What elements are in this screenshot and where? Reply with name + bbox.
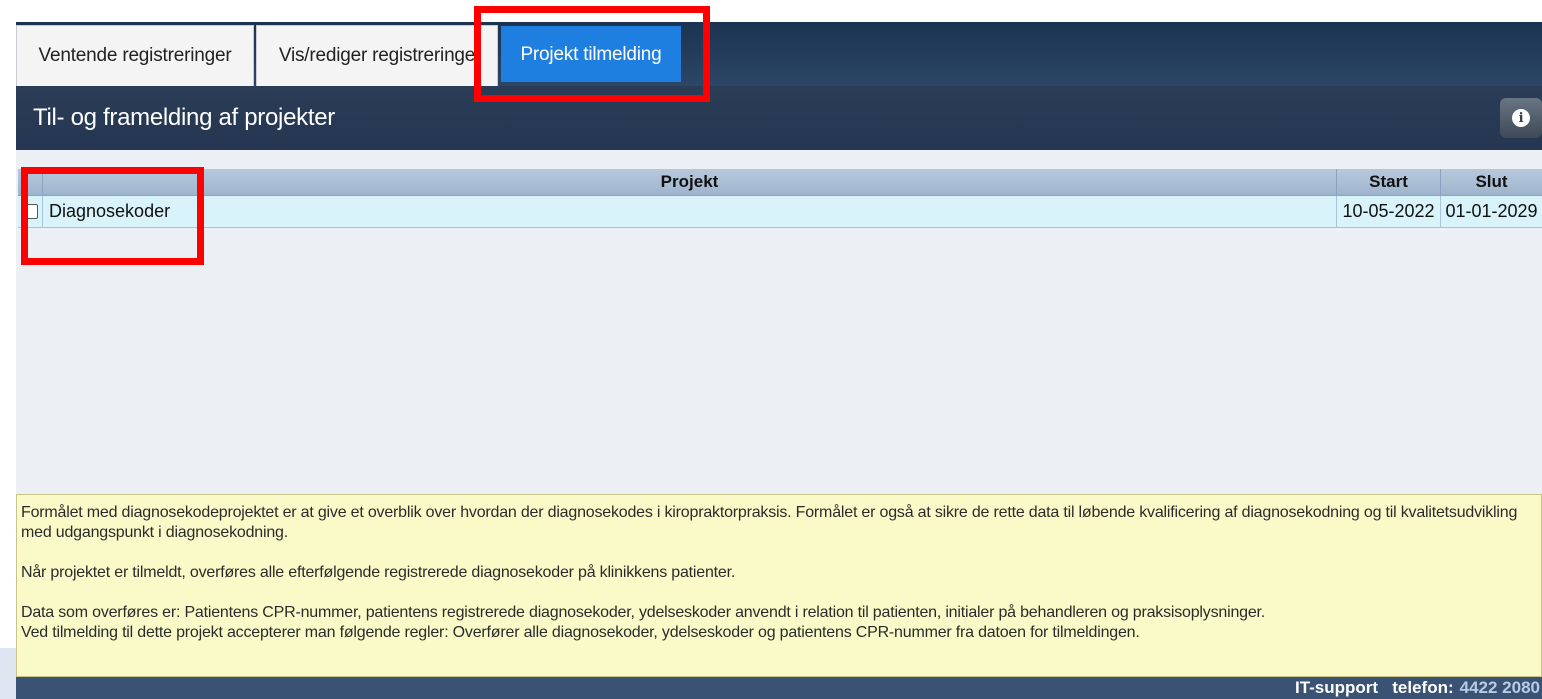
info-button[interactable]: i [1500,98,1542,138]
project-description: Formålet med diagnosekodeprojektet er at… [16,494,1542,677]
panel-header: Til- og framelding af projekter i [16,86,1542,150]
it-support-label: IT-support telefon: [1294,678,1454,697]
description-paragraph: Ved tilmelding til dette projekt accepte… [21,624,1140,641]
table-header: Projekt Start Slut [18,169,1542,196]
tab-ventende-registreringer[interactable]: Ventende registreringer [16,25,254,86]
description-paragraph: Når projektet er tilmeldt, overføres all… [21,564,736,581]
row-checkbox-cell [18,196,42,227]
column-header-slut: Slut [1440,169,1542,195]
project-checkbox[interactable] [22,204,38,219]
info-icon: i [1512,109,1530,127]
project-name-cell: Diagnosekoder [42,196,1336,227]
page-title: Til- og framelding af projekter [33,104,335,131]
footer-bar: IT-support telefon: 4422 2080 [16,677,1542,699]
description-paragraph: Data som overføres er: Patientens CPR-nu… [21,604,1266,621]
column-header-start: Start [1336,169,1440,195]
it-support-phone: 4422 2080 [1459,678,1540,697]
start-date-cell: 10-05-2022 [1336,196,1440,227]
tab-vis-rediger-registreringer[interactable]: Vis/rediger registreringe [256,25,498,86]
column-header-projekt: Projekt [42,169,1336,195]
header-checkbox-column [18,169,42,195]
tab-projekt-tilmelding[interactable]: Projekt tilmelding [501,26,681,82]
end-date-cell: 01-01-2029 [1440,196,1542,227]
table-row[interactable]: Diagnosekoder 10-05-2022 01-01-2029 [18,196,1542,228]
description-paragraph: Formålet med diagnosekodeprojektet er at… [21,504,1518,541]
project-table: Projekt Start Slut Diagnosekoder 10-05-2… [18,169,1542,228]
tab-bar: Ventende registreringer Vis/rediger regi… [16,22,1542,86]
app-window: Ventende registreringer Vis/rediger regi… [16,22,1542,699]
